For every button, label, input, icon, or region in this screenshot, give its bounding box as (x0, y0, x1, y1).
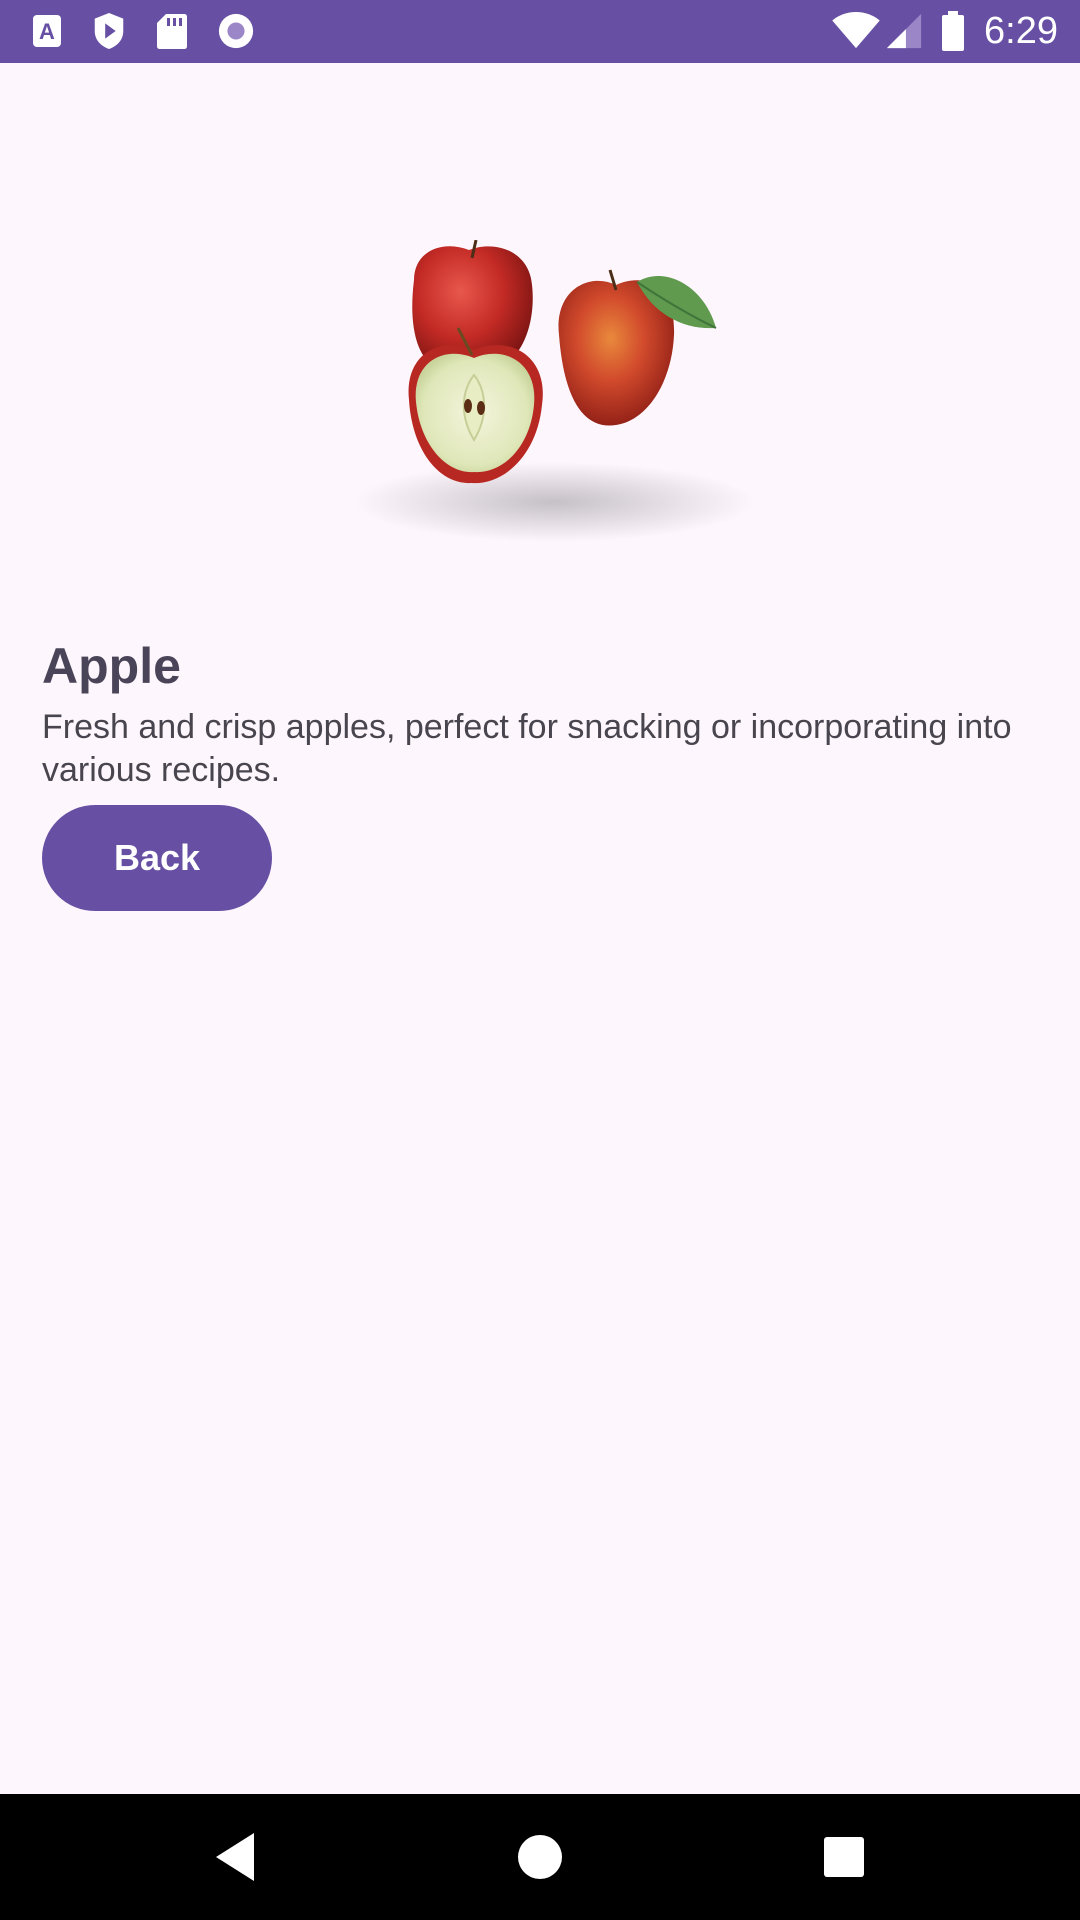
home-circle-icon[interactable] (510, 1827, 570, 1887)
recents-square-icon[interactable] (814, 1827, 874, 1887)
cellular-signal-icon (886, 13, 922, 49)
back-triangle-icon[interactable] (206, 1827, 266, 1887)
navigation-bar (0, 1794, 1080, 1920)
wifi-icon (832, 12, 880, 49)
apple-image (354, 240, 754, 542)
sd-card-icon (157, 14, 187, 49)
back-button[interactable]: Back (42, 805, 272, 911)
product-title: Apple (42, 638, 181, 694)
shield-play-icon (94, 12, 124, 50)
record-circle-icon (218, 13, 254, 49)
product-description: Fresh and crisp apples, perfect for snac… (42, 708, 1012, 789)
status-time: 6:29 (984, 10, 1058, 52)
svg-text:A: A (39, 19, 55, 44)
accessibility-a-icon: A (33, 15, 61, 47)
battery-icon (942, 11, 964, 51)
status-bar: A 6:29 (0, 0, 1080, 63)
